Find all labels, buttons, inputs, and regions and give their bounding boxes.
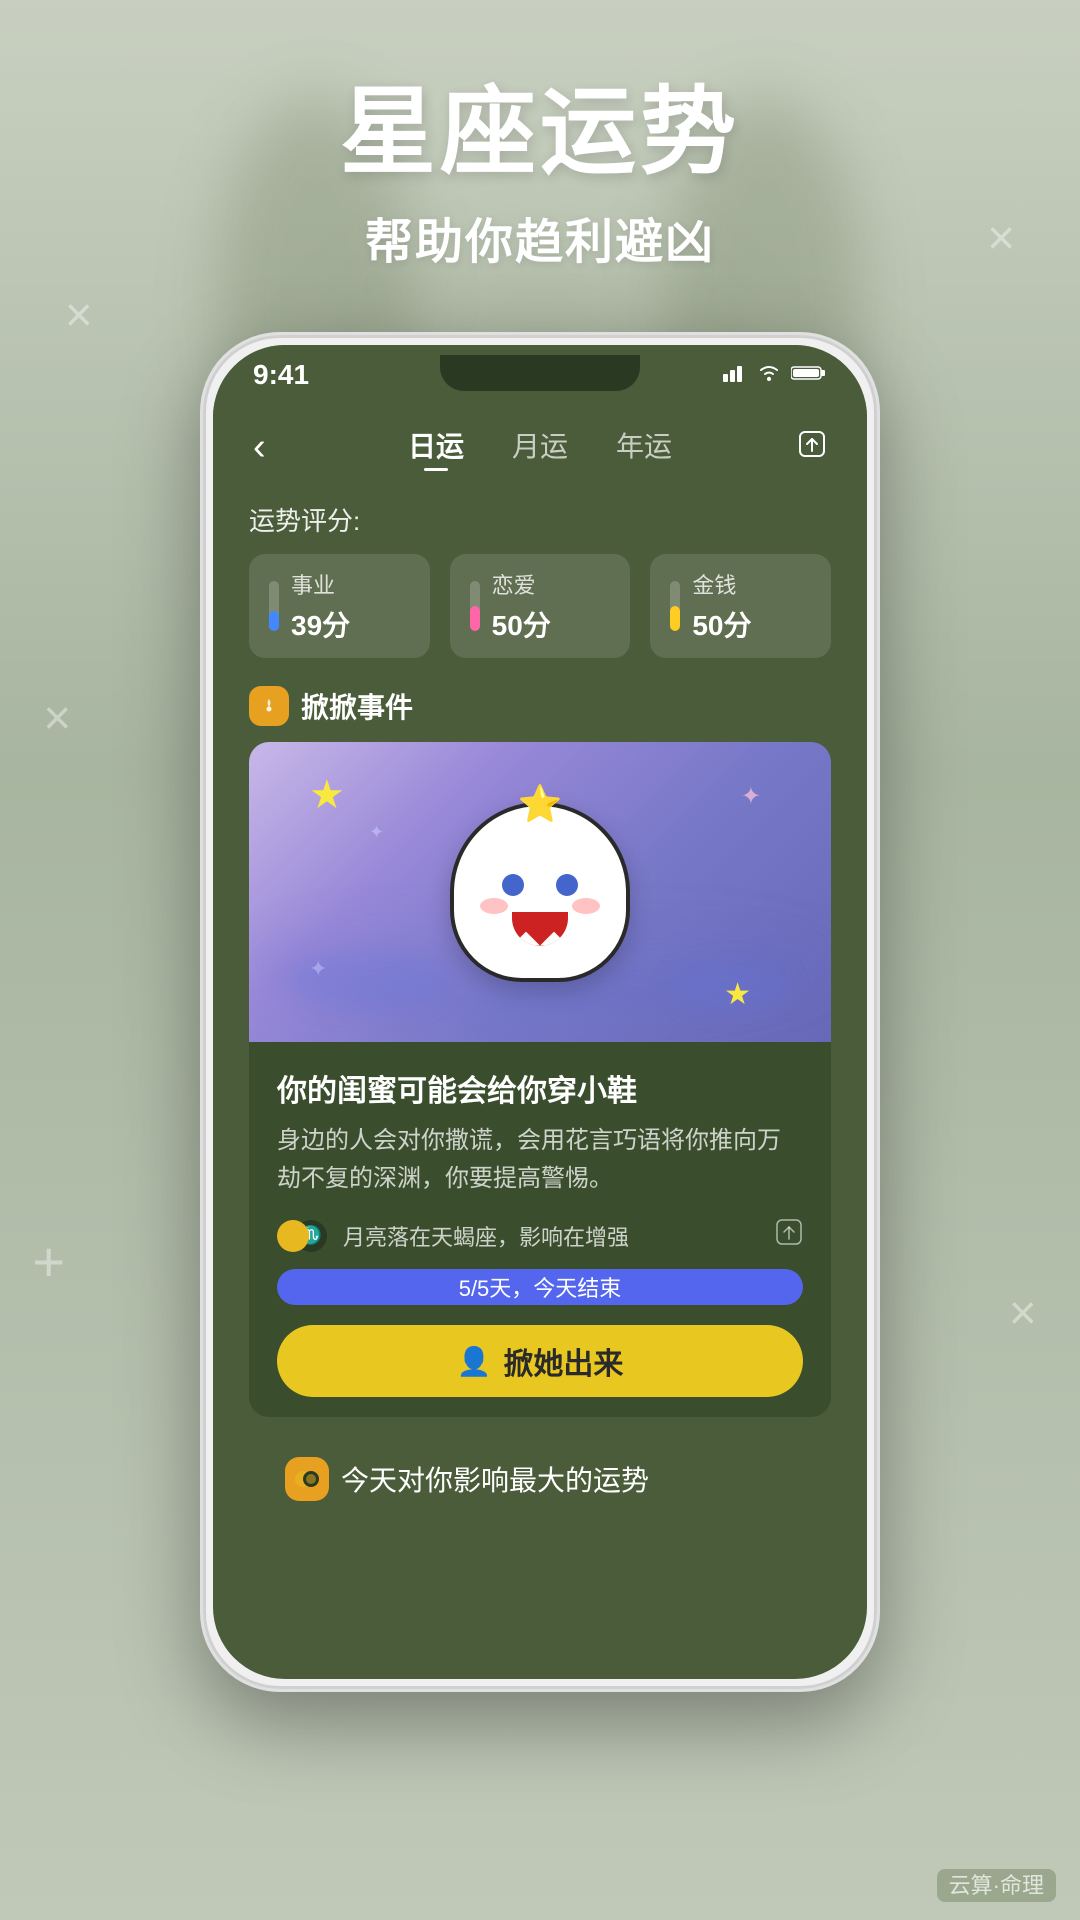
ghost-teeth [512, 932, 568, 946]
action-button[interactable]: 👤 掀她出来 [277, 1325, 803, 1397]
tab-daily[interactable]: 日运 [408, 425, 464, 471]
tab-yearly[interactable]: 年运 [616, 425, 672, 471]
career-score-info: 事业 39分 [291, 568, 350, 644]
career-label: 事业 [291, 568, 350, 600]
money-label: 金钱 [692, 568, 751, 600]
event-section-icon [249, 686, 289, 726]
moon-text: 月亮落在天蝎座，影响在增强 [343, 1220, 629, 1252]
phone-frame: 9:41 [200, 332, 880, 1692]
event-card: ★ ★ ✦ ✦ ✦ ⭐ [249, 742, 831, 1418]
wifi-icon [757, 362, 781, 388]
sparkle-2: ✦ [369, 822, 384, 843]
progress-text: 5/5天，今天结束 [459, 1271, 622, 1303]
ghost-eye-right [556, 874, 578, 896]
career-bar-fill [269, 611, 279, 631]
event-image: ★ ★ ✦ ✦ ✦ ⭐ [249, 742, 831, 1042]
action-button-icon: 👤 [457, 1345, 492, 1378]
money-bar-fill [670, 606, 680, 631]
phone-notch [440, 355, 640, 391]
score-card-money: 金钱 50分 [650, 554, 831, 658]
ghost-crown: ⭐ [518, 786, 563, 822]
love-score-info: 恋爱 50分 [492, 568, 551, 644]
score-section: 运势评分: 事业 39分 [249, 501, 831, 658]
ghost-blush-left [480, 898, 508, 914]
main-title: 星座运势 [0, 80, 1080, 186]
watermark: 云算·命理 [937, 1868, 1056, 1900]
header-section: 星座运势 帮助你趋利避凶 [0, 0, 1080, 272]
bottom-section-label: 今天对你影响最大的运势 [341, 1459, 649, 1499]
tab-monthly[interactable]: 月运 [512, 425, 568, 471]
love-label: 恋爱 [492, 568, 551, 600]
event-section-header: 掀掀事件 [249, 686, 831, 726]
love-bar [470, 581, 480, 631]
phone-mute-button [200, 495, 205, 545]
money-value: 50分 [692, 604, 751, 644]
event-headline: 你的闺蜜可能会给你穿小鞋 [277, 1066, 803, 1110]
battery-icon [791, 362, 827, 388]
career-value: 39分 [291, 604, 350, 644]
status-icons [723, 362, 827, 388]
phone-power-button [875, 535, 880, 615]
signal-icon [723, 362, 747, 388]
money-bar [670, 581, 680, 631]
moon-tag: ♏ 月亮落在天蝎座，影响在增强 [277, 1220, 629, 1252]
star-top-left: ★ [309, 772, 345, 818]
nav-bar: ‹ 日运 月运 年运 [213, 405, 867, 481]
money-score-info: 金钱 50分 [692, 568, 751, 644]
bottom-section-icon [285, 1457, 329, 1501]
back-button[interactable]: ‹ [253, 426, 303, 469]
action-button-label: 掀她出来 [503, 1339, 623, 1383]
love-value: 50分 [492, 604, 551, 644]
ghost-eye-left [502, 874, 524, 896]
phone-vol-up-button [200, 565, 205, 645]
status-time: 9:41 [253, 359, 309, 391]
score-card-career: 事业 39分 [249, 554, 430, 658]
score-card-love: 恋爱 50分 [450, 554, 631, 658]
love-bar-fill [470, 606, 480, 631]
sub-title: 帮助你趋利避凶 [0, 202, 1080, 272]
sparkle-1: ✦ [741, 782, 761, 811]
event-section-title: 掀掀事件 [301, 686, 413, 726]
event-description: 身边的人会对你撒谎，会用花言巧语将你推向万劫不复的深渊，你要提高警惕。 [277, 1122, 803, 1199]
ghost-blush-right [572, 898, 600, 914]
phone-container: 9:41 [0, 332, 1080, 1692]
event-footer: ♏ 月亮落在天蝎座，影响在增强 [277, 1218, 803, 1253]
nav-tabs: 日运 月运 年运 [408, 425, 672, 471]
ghost-mouth [512, 912, 568, 946]
moon-yellow [277, 1220, 309, 1252]
phone-screen: 9:41 [213, 345, 867, 1679]
score-cards: 事业 39分 恋爱 50分 [249, 554, 831, 658]
app-content: 运势评分: 事业 39分 [213, 481, 867, 1542]
sparkle-3: ✦ [309, 956, 327, 982]
ghost-character: ⭐ [450, 802, 630, 982]
event-content: 你的闺蜜可能会给你穿小鞋 身边的人会对你撒谎，会用花言巧语将你推向万劫不复的深渊… [249, 1042, 831, 1418]
share-button[interactable] [777, 429, 827, 466]
bottom-section: 今天对你影响最大的运势 [249, 1437, 831, 1521]
career-bar [269, 581, 279, 631]
progress-container: 5/5天，今天结束 [277, 1269, 803, 1305]
phone-vol-down-button [200, 665, 205, 745]
moon-icon-pair: ♏ [277, 1220, 333, 1252]
ghost-body: ⭐ [450, 802, 630, 982]
score-title: 运势评分: [249, 501, 831, 538]
star-bottom-right: ★ [724, 977, 751, 1012]
event-share-icon[interactable] [775, 1218, 803, 1253]
